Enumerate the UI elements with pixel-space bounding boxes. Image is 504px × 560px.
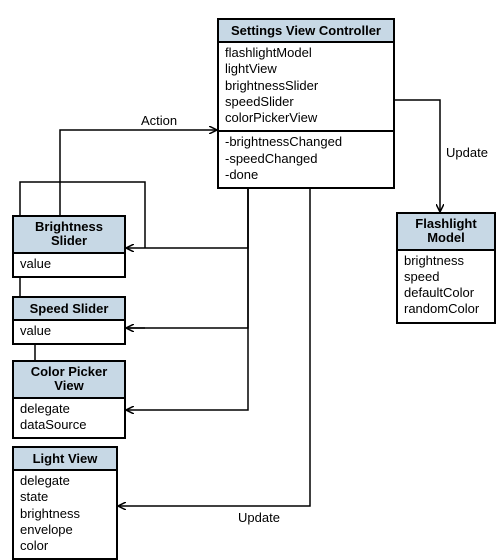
class-speed-slider: Speed Slider value <box>12 296 126 345</box>
class-flashlight-model: Flashlight Model brightnessspeeddefaultC… <box>396 212 496 324</box>
edge-label-action: Action <box>141 113 177 128</box>
class-settings-view-controller: Settings View Controller flashlightModel… <box>217 18 395 189</box>
attribute-line: defaultColor <box>404 285 488 301</box>
class-color-picker-view: Color Picker View delegatedataSource <box>12 360 126 439</box>
class-diagram: Settings View Controller flashlightModel… <box>0 0 504 552</box>
box-title: Brightness Slider <box>14 217 124 254</box>
attribute-line: -brightnessChanged <box>225 134 387 150</box>
attribute-line: state <box>20 489 110 505</box>
box-title: Speed Slider <box>14 298 124 321</box>
class-light-view: Light View delegatestatebrightnessenvelo… <box>12 446 118 560</box>
attribute-line: randomColor <box>404 301 488 317</box>
edge-label-update-top: Update <box>446 145 488 160</box>
attribute-line: lightView <box>225 61 387 77</box>
attribute-line: value <box>20 256 118 272</box>
attributes-section: flashlightModellightViewbrightnessSlider… <box>219 43 393 130</box>
box-title: Color Picker View <box>14 362 124 399</box>
attributes-section: brightnessspeeddefaultColorrandomColor <box>398 251 494 322</box>
attribute-line: delegate <box>20 473 110 489</box>
attribute-line: brightnessSlider <box>225 78 387 94</box>
attribute-line: brightness <box>20 506 110 522</box>
methods-section: -brightnessChanged-speedChanged-done <box>219 130 393 187</box>
attribute-line: value <box>20 323 118 339</box>
attributes-section: delegatedataSource <box>14 399 124 438</box>
edge-label-update-bottom: Update <box>238 510 280 525</box>
attribute-line: speed <box>404 269 488 285</box>
attribute-line: speedSlider <box>225 94 387 110</box>
attribute-line: colorPickerView <box>225 110 387 126</box>
class-brightness-slider: Brightness Slider value <box>12 215 126 278</box>
attribute-line: -done <box>225 167 387 183</box>
box-title: Flashlight Model <box>398 214 494 251</box>
attribute-line: flashlightModel <box>225 45 387 61</box>
attributes-section: value <box>14 254 124 276</box>
attribute-line: -speedChanged <box>225 151 387 167</box>
attributes-section: value <box>14 321 124 343</box>
attribute-line: brightness <box>404 253 488 269</box>
attribute-line: envelope <box>20 522 110 538</box>
attribute-line: delegate <box>20 401 118 417</box>
box-title: Light View <box>14 448 116 471</box>
attributes-section: delegatestatebrightnessenvelopecolor <box>14 471 116 558</box>
attribute-line: dataSource <box>20 417 118 433</box>
box-title: Settings View Controller <box>219 20 393 43</box>
